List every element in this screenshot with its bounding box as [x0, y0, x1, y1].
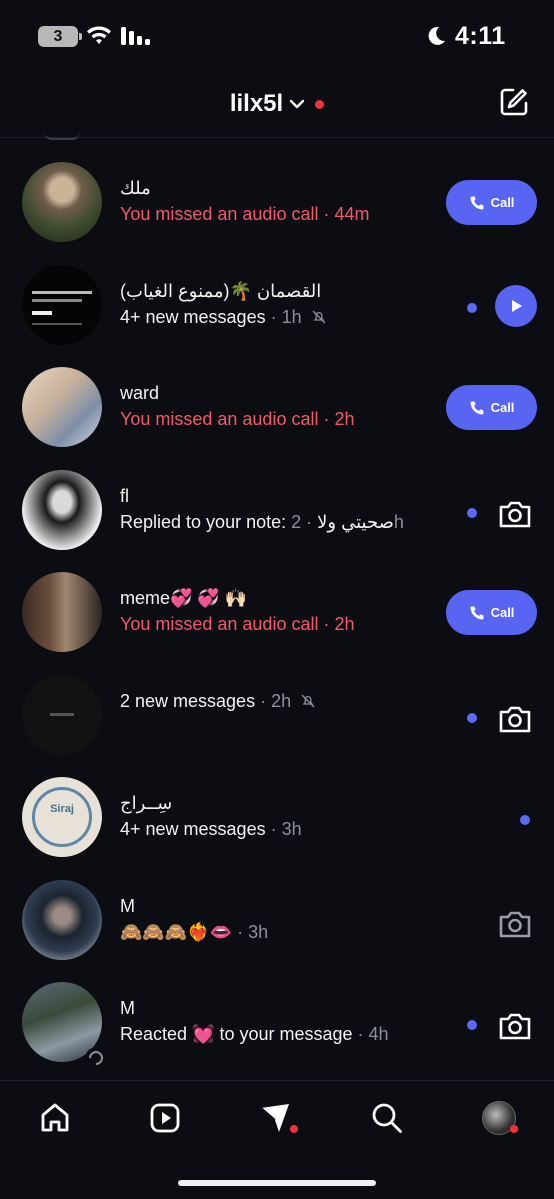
- wifi-icon: [87, 26, 111, 44]
- clock: 4:11: [455, 22, 506, 50]
- thread-row[interactable]: M Reacted 💓 to your message · 4h: [0, 958, 554, 1064]
- account-switcher[interactable]: lilx5l: [0, 90, 554, 118]
- play-icon: [512, 299, 522, 312]
- thread-row[interactable]: M 🙈🙈🙈❤️‍🔥👄 · 3h: [0, 856, 554, 960]
- muted-bell-icon: [301, 694, 315, 707]
- avatar: [22, 674, 102, 755]
- thread-name: M: [120, 895, 135, 916]
- battery-indicator: 3: [38, 26, 82, 47]
- messages-notification-dot: [290, 1125, 298, 1133]
- thread-row[interactable]: 2 new messages · 2h: [0, 651, 554, 755]
- signal-icon: [121, 27, 150, 45]
- thread-name: ملك: [120, 178, 151, 198]
- thread-name: القصمان 🌴(ممنوع الغياب): [120, 280, 322, 301]
- notification-dot: [315, 99, 325, 109]
- thread-row[interactable]: القصمان 🌴(ممنوع الغياب) 4+ new messages …: [0, 241, 554, 345]
- home-indicator: [178, 1180, 376, 1186]
- phone-icon: [470, 401, 484, 414]
- avatar-logo-text: Siraj: [50, 803, 74, 815]
- thread-preview: Replied to your note: صحيتي ولا · 2h: [120, 511, 404, 532]
- phone-icon: [470, 606, 484, 619]
- thread-preview: Reacted 💓 to your message · 4h: [120, 1024, 389, 1044]
- moon-icon: [428, 26, 445, 45]
- unread-dot: [467, 302, 477, 313]
- thread-preview: 4+ new messages · 1h: [120, 307, 327, 328]
- profile-notification-dot: [510, 1125, 518, 1133]
- header: lilx5l: [0, 76, 554, 138]
- camera-icon[interactable]: [497, 908, 533, 940]
- unread-dot: [467, 1020, 477, 1030]
- thread-name: M: [120, 998, 135, 1018]
- avatar: Siraj: [22, 777, 102, 857]
- presence-indicator: [86, 1048, 102, 1064]
- thread-name: fl: [120, 485, 129, 506]
- messages-icon[interactable]: [258, 1101, 292, 1135]
- reels-icon[interactable]: [148, 1101, 182, 1135]
- thread-preview: 2 new messages · 2h: [120, 691, 316, 712]
- unread-dot: [467, 712, 477, 723]
- thread-preview: You missed an audio call · 2h: [120, 409, 355, 429]
- thread-name: ward: [120, 383, 160, 403]
- avatar: [22, 469, 102, 550]
- thread-preview: 4+ new messages · 3h: [120, 819, 302, 839]
- account-name: lilx5l: [229, 90, 284, 117]
- chevron-down-icon: [289, 99, 305, 109]
- avatar: [22, 572, 102, 652]
- phone-icon: [470, 196, 484, 209]
- thread-row[interactable]: ملك You missed an audio call · 44m Call: [0, 138, 554, 242]
- thread-preview: You missed an audio call · 2h: [120, 614, 355, 634]
- search-icon[interactable]: [370, 1101, 404, 1135]
- thread-name: meme💞 💞 🙌🏻: [120, 588, 248, 608]
- avatar: [22, 879, 102, 960]
- home-icon[interactable]: [38, 1101, 72, 1135]
- play-button[interactable]: [495, 284, 537, 327]
- call-button[interactable]: Call: [446, 385, 537, 430]
- thread-preview: 🙈🙈🙈❤️‍🔥👄 · 3h: [120, 921, 269, 942]
- thread-row[interactable]: meme💞 💞 🙌🏻 You missed an audio call · 2h…: [0, 548, 554, 652]
- thread-preview: You missed an audio call · 44m: [120, 204, 370, 224]
- compose-icon[interactable]: [498, 86, 530, 118]
- avatar: [22, 264, 102, 345]
- muted-bell-icon: [312, 310, 326, 323]
- unread-dot: [467, 507, 477, 518]
- camera-icon[interactable]: [497, 703, 533, 735]
- avatar: [22, 367, 102, 447]
- camera-icon[interactable]: [497, 498, 533, 530]
- camera-icon[interactable]: [497, 1010, 533, 1042]
- status-bar: 3 4:11: [0, 0, 554, 76]
- avatar: [22, 162, 102, 242]
- thread-row[interactable]: ward You missed an audio call · 2h Call: [0, 343, 554, 447]
- unread-dot: [520, 815, 530, 825]
- message-thread-list: ملك You missed an audio call · 44m Call …: [0, 138, 554, 1064]
- thread-row[interactable]: fl Replied to your note: صحيتي ولا · 2h: [0, 446, 554, 550]
- call-button[interactable]: Call: [446, 180, 537, 225]
- thread-row[interactable]: Siraj سِــراج 4+ new messages · 3h: [0, 753, 554, 857]
- thread-name: سِــراج: [120, 793, 173, 813]
- call-button[interactable]: Call: [446, 590, 537, 635]
